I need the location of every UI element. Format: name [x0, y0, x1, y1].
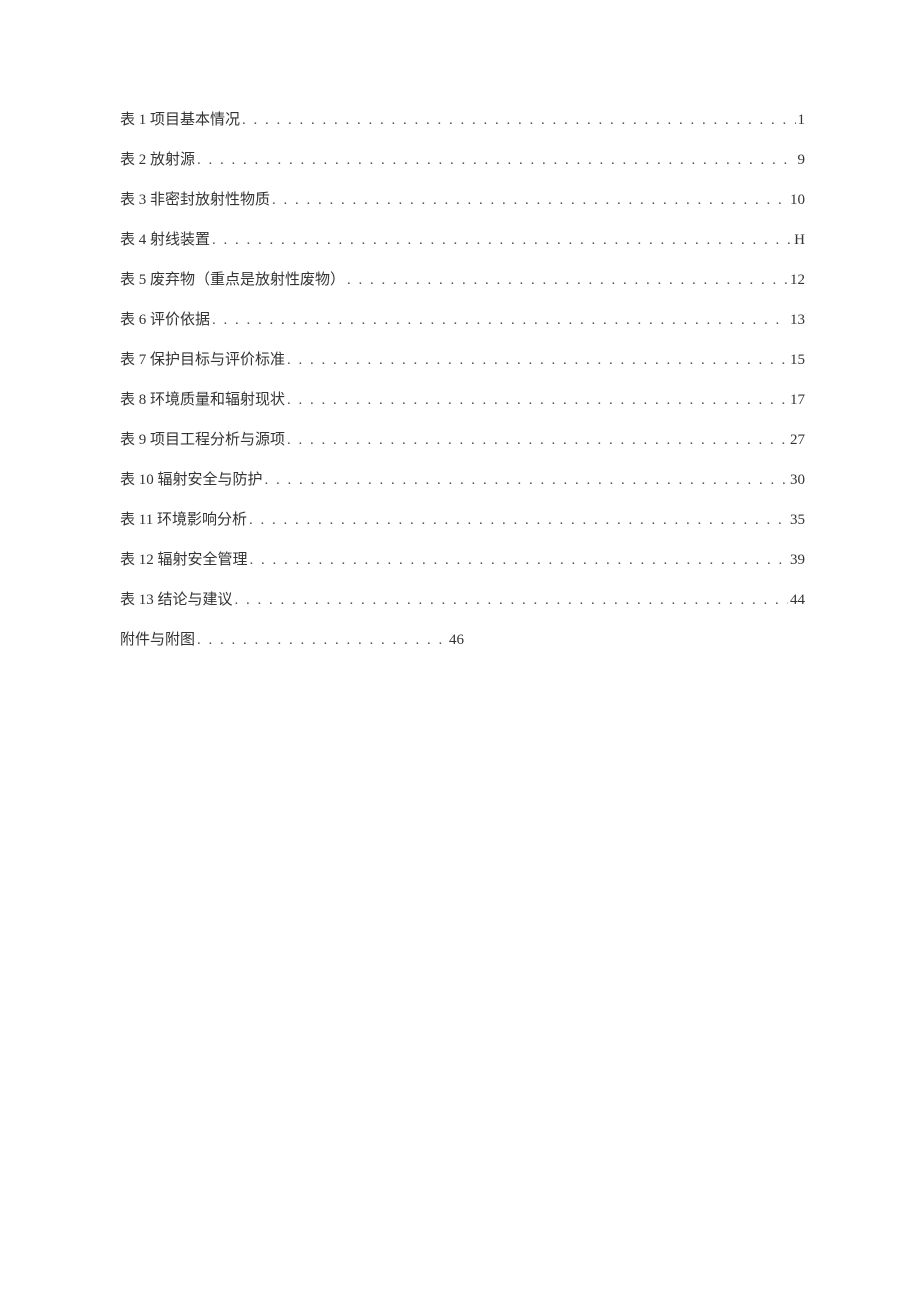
toc-entry-page: 17 [790, 390, 805, 411]
toc-leader-dots [242, 110, 795, 131]
toc-entry-label: 表 11 环境影响分析 [120, 510, 247, 531]
toc-entry: 表 7 保护目标与评价标准 15 [120, 350, 805, 371]
toc-leader-dots [235, 590, 788, 611]
toc-entry-page: 39 [790, 550, 805, 571]
toc-entry-page: 15 [790, 350, 805, 371]
toc-entry-page: H [794, 230, 805, 251]
toc-leader-dots [287, 350, 788, 371]
toc-entry: 表 4 射线装置 H [120, 230, 805, 251]
toc-leader-dots [197, 150, 795, 171]
toc-entry: 表 6 评价依据 13 [120, 310, 805, 331]
toc-entry-label: 表 2 放射源 [120, 150, 195, 171]
toc-entry-label: 表 12 辐射安全管理 [120, 550, 248, 571]
toc-entry-label: 表 3 非密封放射性物质 [120, 190, 270, 211]
toc-entry-label: 表 1 项目基本情况 [120, 110, 240, 131]
toc-entry-page: 1 [798, 110, 806, 131]
toc-entry-page: 27 [790, 430, 805, 451]
toc-leader-dots [250, 550, 788, 571]
toc-entry-label: 表 13 结论与建议 [120, 590, 233, 611]
toc-entry: 附件与附图 46 [120, 630, 805, 651]
toc-entry-label: 表 9 项目工程分析与源项 [120, 430, 285, 451]
toc-entry: 表 9 项目工程分析与源项 27 [120, 430, 805, 451]
toc-entry-label: 表 8 环境质量和辐射现状 [120, 390, 285, 411]
table-of-contents: 表 1 项目基本情况 1 表 2 放射源 9 表 3 非密封放射性物质 10 表 4 射线装… [120, 110, 805, 651]
toc-leader-dots [265, 470, 788, 491]
toc-entry: 表 8 环境质量和辐射现状 17 [120, 390, 805, 411]
toc-entry: 表 1 项目基本情况 1 [120, 110, 805, 131]
toc-entry-page: 13 [790, 310, 805, 331]
toc-leader-dots [347, 270, 788, 291]
toc-entry: 表 2 放射源 9 [120, 150, 805, 171]
toc-entry: 表 10 辐射安全与防护 30 [120, 470, 805, 491]
toc-leader-dots [249, 510, 788, 531]
toc-entry: 表 13 结论与建议 44 [120, 590, 805, 611]
toc-entry-page: 46 [449, 630, 464, 651]
toc-leader-dots [287, 430, 788, 451]
toc-entry: 表 5 废弃物（重点是放射性废物） 12 [120, 270, 805, 291]
toc-leader-dots [212, 310, 788, 331]
toc-entry-label: 表 4 射线装置 [120, 230, 210, 251]
toc-entry-label: 表 5 废弃物（重点是放射性废物） [120, 270, 345, 291]
toc-entry-label: 附件与附图 [120, 630, 195, 651]
toc-entry: 表 3 非密封放射性物质 10 [120, 190, 805, 211]
toc-entry-page: 10 [790, 190, 805, 211]
toc-entry: 表 11 环境影响分析 35 [120, 510, 805, 531]
toc-leader-dots [272, 190, 788, 211]
toc-entry-label: 表 6 评价依据 [120, 310, 210, 331]
toc-entry-page: 12 [790, 270, 805, 291]
toc-entry-label: 表 10 辐射安全与防护 [120, 470, 263, 491]
toc-leader-dots [197, 630, 445, 651]
toc-leader-dots [212, 230, 792, 251]
toc-leader-dots [287, 390, 788, 411]
toc-entry-page: 44 [790, 590, 805, 611]
toc-entry-page: 30 [790, 470, 805, 491]
toc-entry-label: 表 7 保护目标与评价标准 [120, 350, 285, 371]
toc-entry-page: 9 [798, 150, 806, 171]
toc-entry: 表 12 辐射安全管理 39 [120, 550, 805, 571]
toc-entry-page: 35 [790, 510, 805, 531]
